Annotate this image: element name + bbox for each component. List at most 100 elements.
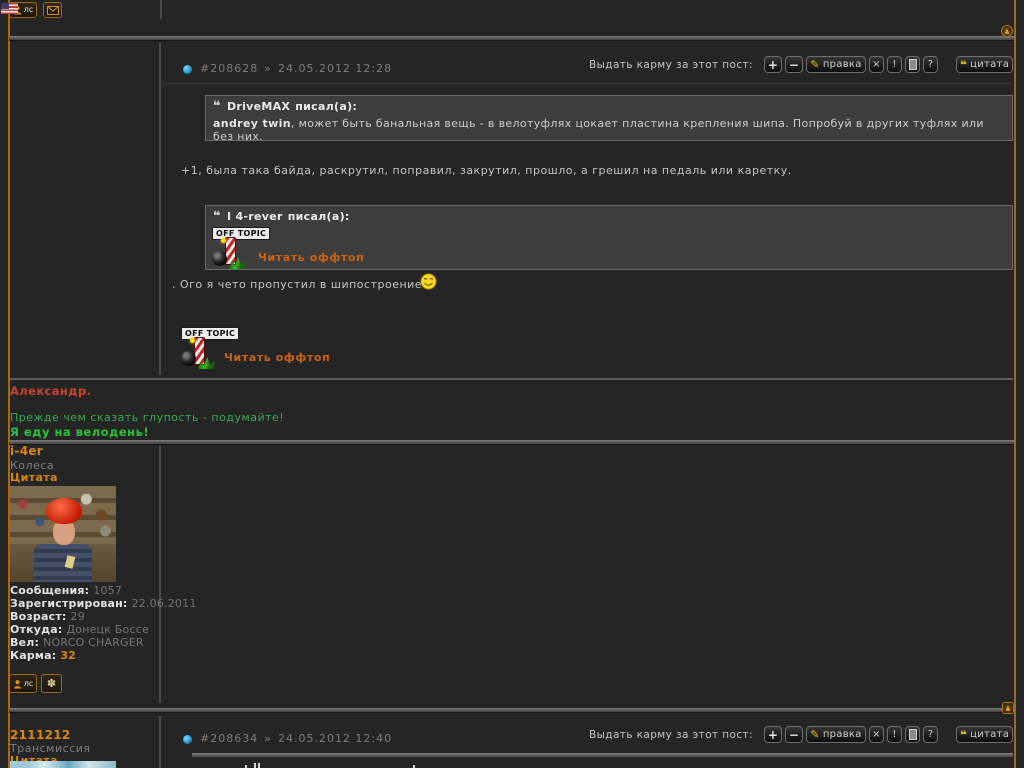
column-divider — [160, 0, 162, 19]
post-paragraph: . Ого я чето пропустил в шипостроение? — [172, 278, 428, 291]
quote-mark-icon: ❝ — [213, 211, 221, 222]
post-header-rule — [192, 753, 1013, 757]
report-post-button[interactable]: ! — [887, 56, 902, 73]
quote-mark-icon: ❝ — [960, 60, 967, 70]
gear-icon: ✽ — [47, 678, 56, 689]
pm-button[interactable]: лс — [9, 674, 37, 693]
plus-icon: + — [768, 59, 778, 71]
profile-field-posts: Сообщения: 1057 — [10, 584, 158, 597]
profile-username[interactable]: i-4er — [10, 444, 43, 458]
quote-author: DriveMAX — [227, 100, 290, 113]
signature-tagline: Я еду на велодень! — [10, 425, 149, 439]
quote-header: ❝ I 4-rever писал(а): — [213, 210, 1005, 223]
karma-label: Выдать карму за этот пост: — [589, 729, 753, 741]
field-label: Откуда: — [10, 623, 62, 636]
profile-fields: Сообщения: 1057 Зарегистрирован:22.06.201… — [10, 584, 158, 662]
signature-motto: Прежде чем сказать глупость - подумайте! — [10, 411, 284, 424]
question-button[interactable]: ? — [923, 56, 938, 73]
smiley-icon — [420, 273, 437, 290]
profile-username[interactable]: 2111212 — [10, 728, 71, 742]
quote-block: ❝ I 4-rever писал(а): OFF TOPIC Читать о… — [205, 205, 1013, 270]
delete-post-button[interactable]: × — [869, 726, 884, 743]
bomb-pole — [194, 337, 205, 365]
field-label: Сообщения: — [10, 584, 89, 597]
field-label: Карма: — [10, 649, 56, 662]
delete-icon: × — [872, 59, 881, 70]
post-header: #208634 » 24.05.2012 12:40 — [200, 732, 398, 745]
minus-icon: − — [789, 59, 799, 71]
bomb-spark — [190, 338, 195, 343]
profile-field-registered: Зарегистрирован:22.06.2011 — [10, 597, 158, 610]
post-bullet-icon — [183, 735, 192, 744]
scroll-top-button[interactable]: ▲ — [1002, 702, 1014, 714]
avatar — [10, 486, 116, 582]
karma-plus-button[interactable]: + — [764, 726, 782, 743]
column-divider — [159, 716, 161, 768]
delete-post-button[interactable]: × — [869, 56, 884, 73]
post-header-separator: » — [264, 732, 272, 745]
quote-button-label: цитата — [970, 729, 1009, 740]
post-separator-bar — [9, 708, 1014, 713]
profile-quote-link[interactable]: Цитата — [10, 471, 58, 484]
field-value: 1057 — [93, 584, 122, 597]
info-post-button[interactable] — [905, 56, 920, 73]
report-post-button[interactable]: ! — [887, 726, 902, 743]
karma-plus-button[interactable]: + — [764, 56, 782, 73]
profile-extra-button[interactable]: ✽ — [41, 674, 62, 693]
karma-minus-button[interactable]: − — [785, 726, 803, 743]
quote-post-button[interactable]: ❝цитата — [956, 56, 1013, 73]
field-label: Возраст: — [10, 610, 67, 623]
plus-icon: + — [768, 729, 778, 741]
pm-button-label: лс — [24, 680, 34, 688]
quote-header: ❝ DriveMAX писал(а): — [213, 100, 1005, 113]
warn-icon: ! — [892, 59, 896, 70]
post-header-separator: » — [264, 62, 272, 75]
quote-button-label: цитата — [970, 59, 1009, 70]
warn-icon: ! — [892, 729, 896, 740]
pencil-icon: ✎ — [810, 59, 820, 70]
quote-mark-icon: ❝ — [960, 730, 967, 740]
field-value: NORCO CHARGER — [43, 636, 144, 649]
mentioned-user: andrey twin — [213, 117, 291, 130]
post-number[interactable]: #208628 — [200, 62, 258, 75]
post-separator-bar — [9, 36, 1014, 41]
avatar-torso — [34, 544, 92, 582]
question-icon: ? — [928, 729, 934, 740]
post-date: 24.05.2012 12:40 — [278, 732, 392, 745]
up-arrow-icon: ▲ — [1005, 704, 1010, 712]
field-value: Донецк Боссе — [66, 623, 148, 636]
question-button[interactable]: ? — [923, 726, 938, 743]
karma-minus-button[interactable]: − — [785, 56, 803, 73]
bomb-icon — [181, 337, 215, 369]
us-flag-icon — [1, 3, 18, 14]
signature-divider — [10, 378, 1013, 380]
post-date: 24.05.2012 12:28 — [278, 62, 392, 75]
edit-post-button[interactable]: ✎правка — [806, 726, 866, 743]
scroll-top-button[interactable]: ▲ — [1001, 25, 1013, 37]
read-offtopic-link[interactable]: Читать оффтоп — [224, 351, 330, 364]
bomb-ball — [181, 351, 196, 366]
person-icon — [13, 679, 22, 689]
profile-field-bike: Вел:NORCO CHARGER — [10, 636, 158, 649]
quote-post-button[interactable]: ❝цитата — [956, 726, 1013, 743]
email-button[interactable] — [43, 2, 62, 18]
quote-suffix: писал(а): — [295, 100, 357, 113]
post-separator-bar — [9, 440, 1014, 445]
edit-post-button[interactable]: ✎правка — [806, 56, 866, 73]
bomb-spark — [221, 238, 226, 243]
bomb-ball — [212, 251, 227, 266]
profile-field-karma: Карма:32 — [10, 649, 158, 662]
post-number[interactable]: #208634 — [200, 732, 258, 745]
post-bullet-icon — [183, 65, 192, 74]
right-page-border — [1014, 0, 1016, 768]
avatar-helmet — [46, 498, 82, 524]
flag-canton — [1, 3, 9, 9]
pencil-icon: ✎ — [810, 729, 820, 740]
pm-button-label: лс — [24, 6, 34, 14]
read-offtopic-link[interactable]: Читать оффтоп — [258, 251, 364, 264]
info-post-button[interactable] — [905, 726, 920, 743]
karma-label: Выдать карму за этот пост: — [589, 59, 753, 71]
profile-field-age: Возраст:29 — [10, 610, 158, 623]
signature-name: Александр. — [10, 384, 91, 398]
post-header-rule — [160, 83, 1013, 84]
